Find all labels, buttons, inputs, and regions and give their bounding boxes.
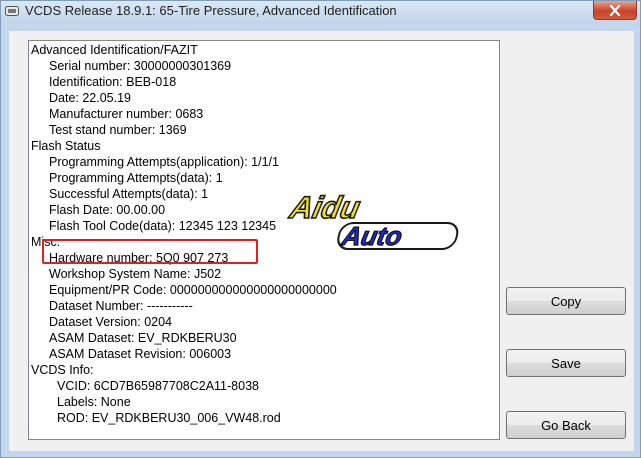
info-line-asam-dataset: ASAM Dataset: EV_RDKBERU30 <box>49 331 237 345</box>
watermark-line-2: Auto <box>339 221 405 251</box>
title-bar: VCDS Release 18.9.1: 65-Tire Pressure, A… <box>1 1 640 23</box>
hardware-number-highlight-box <box>42 239 258 264</box>
info-line-dataset-version: Dataset Version: 0204 <box>49 315 172 329</box>
info-line-successful-attempts: Successful Attempts(data): 1 <box>49 187 209 201</box>
info-line-heading-vcds-info: VCDS Info: <box>31 363 94 377</box>
copy-button[interactable]: Copy <box>506 287 626 315</box>
info-line-flash-date: Flash Date: 00.00.00 <box>49 203 166 217</box>
vcds-window: VCDS Release 18.9.1: 65-Tire Pressure, A… <box>0 0 641 458</box>
info-line-serial-number: Serial number: 30000000301369 <box>49 59 232 73</box>
info-line-asam-dataset-revision: ASAM Dataset Revision: 006003 <box>49 347 232 361</box>
info-line-test-stand-number: Test stand number: 1369 <box>49 123 187 137</box>
info-line-date: Date: 22.05.19 <box>49 91 132 105</box>
aidu-auto-watermark-logo: Aidu Auto <box>287 190 459 252</box>
info-line-programming-attempts-data: Programming Attempts(data): 1 <box>49 171 223 185</box>
save-button[interactable]: Save <box>506 349 626 377</box>
info-line-workshop-system-name: Workshop System Name: J502 <box>49 267 222 281</box>
window-title: VCDS Release 18.9.1: 65-Tire Pressure, A… <box>25 3 397 18</box>
info-line-heading-fazit: Advanced Identification/FAZIT <box>31 43 198 57</box>
info-line-identification: Identification: BEB-018 <box>49 75 177 89</box>
go-back-button[interactable]: Go Back <box>506 411 626 439</box>
info-line-rod: ROD: EV_RDKBERU30_006_VW48.rod <box>57 411 281 425</box>
close-button[interactable] <box>593 1 637 20</box>
watermark-line-1: Aidu <box>287 190 363 225</box>
info-line-flash-tool-code: Flash Tool Code(data): 12345 123 12345 <box>49 219 277 233</box>
info-line-manufacturer-number: Manufacturer number: 0683 <box>49 107 204 121</box>
info-line-labels: Labels: None <box>57 395 131 409</box>
info-line-dataset-number: Dataset Number: ----------- <box>49 299 193 313</box>
info-line-programming-attempts-app: Programming Attempts(application): 1/1/1 <box>49 155 279 169</box>
info-line-equipment-pr-code: Equipment/PR Code: 000000000000000000000… <box>49 283 337 297</box>
close-icon <box>609 4 621 16</box>
info-line-heading-flash-status: Flash Status <box>31 139 101 153</box>
info-line-vcid: VCID: 6CD7B65987708C2A11-8038 <box>57 379 259 393</box>
vcds-app-icon <box>5 6 19 16</box>
